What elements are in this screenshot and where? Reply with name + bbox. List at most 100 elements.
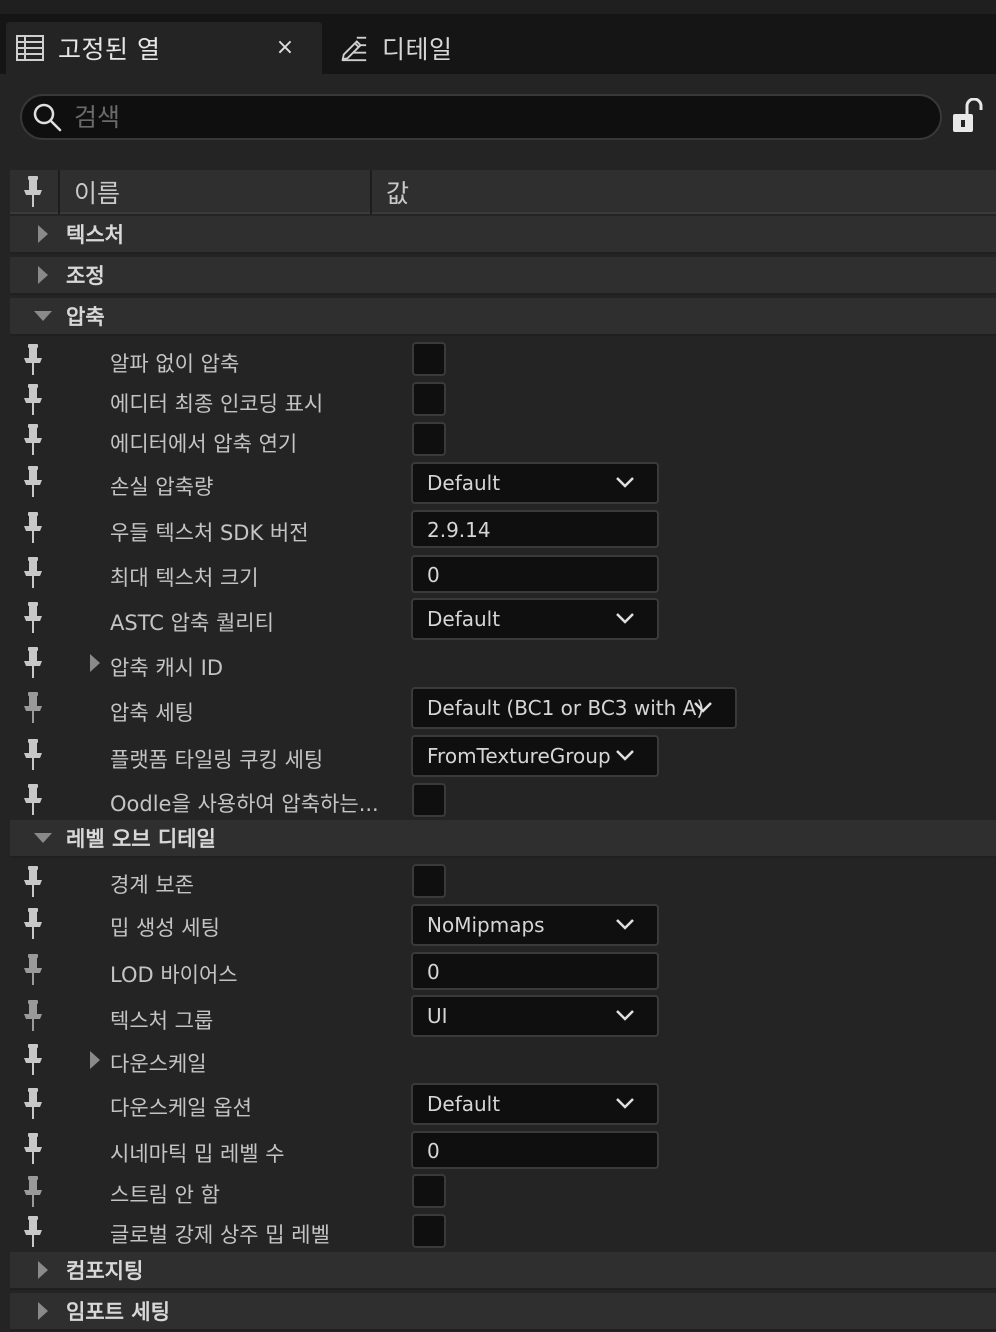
dropdown-value: Default: [427, 607, 501, 631]
column-separator[interactable]: [58, 170, 60, 214]
property-label: 에디터에서 압축 연기: [110, 432, 298, 456]
pin-icon[interactable]: [22, 424, 44, 456]
chevron-down-icon: [616, 1010, 634, 1021]
property-label: 손실 압축량: [110, 475, 214, 499]
property-row: 우들 텍스처 SDK 버전 2.9.14: [10, 506, 996, 552]
category-label: 컴포지팅: [66, 1259, 144, 1283]
tab-details[interactable]: 디테일: [330, 22, 630, 74]
pin-column-icon: [24, 176, 42, 207]
chevron-down-icon: [616, 613, 634, 624]
compression-settings-dropdown[interactable]: Default (BC1 or BC3 with A): [411, 687, 737, 729]
preserve-border-checkbox[interactable]: [412, 864, 446, 898]
property-row: Oodle을 사용하여 압축하는...: [10, 780, 996, 820]
oodle-compress-checkbox[interactable]: [412, 783, 446, 817]
tab-bar-top-strip: [0, 0, 996, 14]
chevron-down-icon: [616, 750, 634, 761]
property-label: 경계 보존: [110, 873, 194, 897]
pin-icon[interactable]: [22, 1133, 44, 1165]
property-row: LOD 바이어스 0: [10, 948, 996, 994]
pin-icon[interactable]: [22, 692, 44, 724]
details-panel: 이름 값 텍스처 조정 압축 알파 없이 압축 에디터 최종 인코딩 표시: [0, 74, 996, 1332]
pin-icon[interactable]: [22, 1088, 44, 1120]
dropdown-value: NoMipmaps: [427, 913, 545, 937]
property-row: 최대 텍스처 크기 0: [10, 552, 996, 596]
pin-icon[interactable]: [22, 602, 44, 634]
global-force-resident-checkbox[interactable]: [412, 1214, 446, 1248]
tab-label: 고정된 열: [58, 35, 161, 64]
never-stream-checkbox[interactable]: [412, 1174, 446, 1208]
search-input[interactable]: [74, 102, 940, 132]
chevron-right-icon: [32, 223, 54, 245]
property-label: 에디터 최종 인코딩 표시: [110, 392, 324, 416]
chevron-right-icon: [32, 1300, 54, 1322]
property-label: LOD 바이어스: [110, 963, 238, 987]
pin-icon[interactable]: [22, 647, 44, 679]
astc-quality-dropdown[interactable]: Default: [411, 598, 659, 640]
search-box[interactable]: [20, 94, 942, 140]
defer-compression-checkbox[interactable]: [412, 422, 446, 456]
category-label: 텍스처: [66, 223, 124, 247]
mip-gen-settings-dropdown[interactable]: NoMipmaps: [411, 904, 659, 946]
chevron-down-icon: [694, 702, 712, 713]
category-texture[interactable]: 텍스처: [10, 216, 996, 254]
property-label: 다운스케일 옵션: [110, 1096, 252, 1120]
category-compositing[interactable]: 컴포지팅: [10, 1252, 996, 1290]
tab-bar: 고정된 열 × 디테일: [0, 0, 996, 74]
compress-without-alpha-checkbox[interactable]: [412, 342, 446, 376]
grid-table-icon: [16, 34, 44, 62]
property-row: 시네마틱 밉 레벨 수 0: [10, 1128, 996, 1172]
pin-icon[interactable]: [22, 1000, 44, 1032]
pin-icon[interactable]: [22, 344, 44, 376]
pin-icon[interactable]: [22, 512, 44, 544]
cinematic-mip-levels-field[interactable]: 0: [411, 1131, 659, 1169]
property-row: 알파 없이 압축: [10, 340, 996, 380]
property-row: 압축 세팅 Default (BC1 or BC3 with A): [10, 686, 996, 732]
lod-bias-field[interactable]: 0: [411, 952, 659, 990]
pin-icon[interactable]: [22, 1216, 44, 1248]
property-label: 텍스처 그룹: [110, 1009, 214, 1033]
close-tab-icon[interactable]: ×: [274, 34, 296, 60]
property-label: 다운스케일: [110, 1052, 207, 1076]
pin-icon[interactable]: [22, 784, 44, 816]
chevron-right-icon[interactable]: [88, 1050, 102, 1070]
category-compression[interactable]: 압축: [10, 298, 996, 336]
dropdown-value: Default (BC1 or BC3 with A): [427, 696, 705, 720]
chevron-down-icon: [32, 827, 54, 849]
property-row: 경계 보존: [10, 862, 996, 902]
chevron-down-icon: [32, 305, 54, 327]
property-label: 플랫폼 타일링 쿠킹 세팅: [110, 748, 324, 772]
category-adjust[interactable]: 조정: [10, 257, 996, 295]
category-level-of-detail[interactable]: 레벨 오브 디테일: [10, 820, 996, 858]
column-separator[interactable]: [370, 170, 372, 214]
chevron-down-icon: [616, 919, 634, 930]
property-row: 에디터에서 압축 연기: [10, 420, 996, 460]
pin-icon[interactable]: [22, 1044, 44, 1076]
property-row: 스트림 안 함: [10, 1172, 996, 1212]
pin-icon[interactable]: [22, 866, 44, 898]
oodle-sdk-version-field[interactable]: 2.9.14: [411, 510, 659, 548]
pin-icon[interactable]: [22, 466, 44, 498]
editor-final-encoding-checkbox[interactable]: [412, 382, 446, 416]
unlock-icon[interactable]: [950, 98, 984, 134]
tab-pinned-columns[interactable]: 고정된 열 ×: [6, 22, 322, 74]
pin-icon[interactable]: [22, 557, 44, 589]
pin-icon[interactable]: [22, 1176, 44, 1208]
max-texture-size-field[interactable]: 0: [411, 555, 659, 593]
column-name-header[interactable]: 이름: [74, 174, 120, 210]
texture-group-dropdown[interactable]: UI: [411, 995, 659, 1037]
downscale-options-dropdown[interactable]: Default: [411, 1083, 659, 1125]
property-label: 최대 텍스처 크기: [110, 566, 259, 590]
pin-icon[interactable]: [22, 739, 44, 771]
property-label: 우들 텍스처 SDK 버전: [110, 521, 309, 545]
pin-icon[interactable]: [22, 908, 44, 940]
platform-tiling-dropdown[interactable]: FromTextureGroup: [411, 735, 659, 777]
tab-label: 디테일: [382, 35, 453, 64]
pin-icon[interactable]: [22, 384, 44, 416]
category-import-settings[interactable]: 임포트 세팅: [10, 1293, 996, 1331]
property-row: 다운스케일: [10, 1040, 996, 1082]
chevron-right-icon[interactable]: [88, 653, 102, 673]
pin-icon[interactable]: [22, 954, 44, 986]
column-value-header[interactable]: 값: [386, 174, 409, 210]
lossy-compression-dropdown[interactable]: Default: [411, 462, 659, 504]
category-label: 조정: [66, 264, 105, 288]
